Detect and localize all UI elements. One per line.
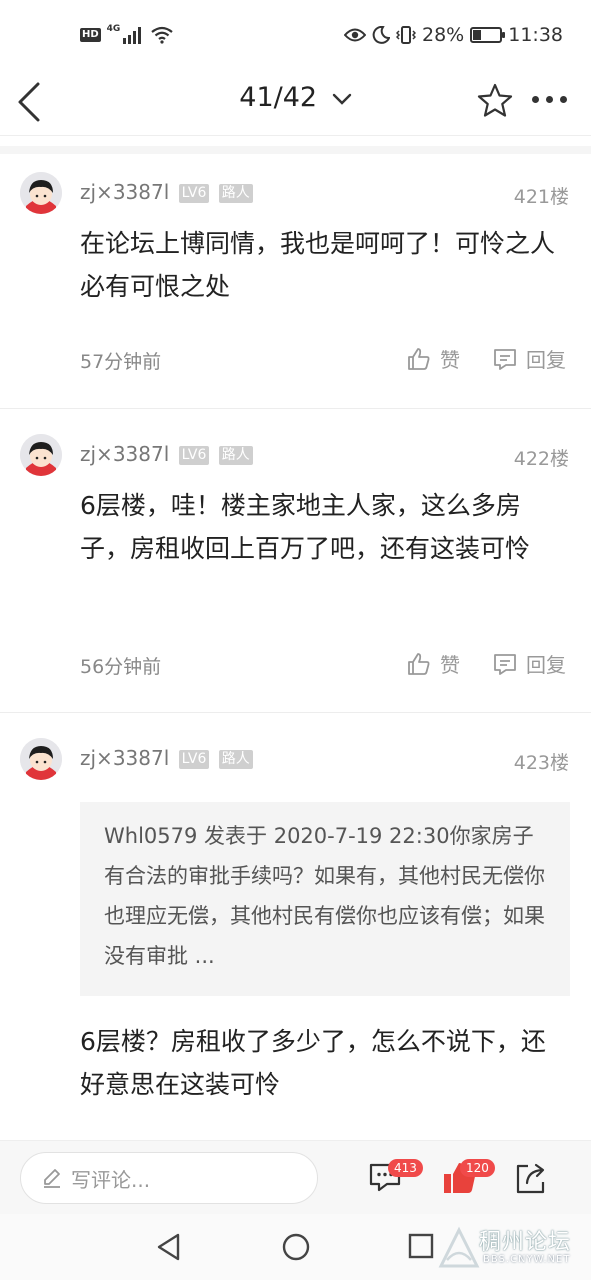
battery-icon xyxy=(470,27,506,43)
battery-percent: 28% xyxy=(422,24,465,46)
user-avatar-icon xyxy=(20,172,62,214)
status-bar: HD 4G 28% 11:38 xyxy=(0,0,591,70)
signal-icon xyxy=(123,27,142,44)
battery-level xyxy=(473,30,482,40)
like-count-badge: 120 xyxy=(460,1159,495,1177)
network-status: HD 4G xyxy=(80,24,174,44)
comment-time: 57分钟前 xyxy=(80,351,162,373)
username[interactable]: zj×3387l LV6 路人 xyxy=(80,442,253,466)
more-dot-icon xyxy=(546,96,553,103)
vibrate-icon xyxy=(396,26,416,44)
level-badge: LV6 xyxy=(178,446,210,465)
bottom-action-bar: 写评论... 413 120 xyxy=(0,1140,591,1214)
like-button[interactable]: 赞 xyxy=(406,649,460,678)
forum-watermark: 稠州论坛 BBS.CNYW.NET xyxy=(437,1222,587,1274)
floor-number: 423楼 xyxy=(513,752,569,774)
floor-number: 421楼 xyxy=(513,186,569,208)
username-text: zj×3387l xyxy=(80,180,170,204)
hd-badge: HD xyxy=(80,28,101,42)
device-status: 28% 11:38 xyxy=(344,24,563,46)
more-menu-button[interactable] xyxy=(532,96,567,103)
forum-logo-icon xyxy=(438,1226,480,1268)
reply-label: 回复 xyxy=(526,348,566,372)
comment-text: 6层楼？房租收了多少了，怎么不说下，还好意思在这装可怜 xyxy=(80,1027,546,1099)
square-recents-icon xyxy=(408,1233,434,1259)
section-divider xyxy=(0,146,591,154)
like-label: 赞 xyxy=(440,348,460,372)
level-badge: LV6 xyxy=(178,184,210,203)
watermark-title: 稠州论坛 xyxy=(479,1230,572,1255)
thumbs-up-icon xyxy=(408,347,430,370)
share-button[interactable] xyxy=(514,1161,548,1199)
username[interactable]: zj×3387l LV6 路人 xyxy=(80,180,253,204)
comment-text: 6层楼，哇！楼主家地主人家，这么多房子，房租收回上百万了吧，还有这装可怜 xyxy=(80,491,531,563)
wifi-icon xyxy=(151,26,174,44)
comment-count-badge: 413 xyxy=(388,1159,423,1177)
page: { "status_bar": { "hd": "HD", "network":… xyxy=(0,0,591,1280)
level-badge: LV6 xyxy=(178,750,210,769)
page-indicator: 41/42 xyxy=(239,82,318,113)
comment-time: 56分钟前 xyxy=(80,656,162,678)
more-dot-icon xyxy=(532,96,539,103)
clock: 11:38 xyxy=(508,24,563,46)
system-back-button[interactable] xyxy=(155,1232,183,1266)
favorite-button[interactable] xyxy=(476,82,514,124)
eye-icon xyxy=(344,28,366,42)
like-button[interactable]: 赞 xyxy=(406,344,460,373)
like-label: 赞 xyxy=(440,653,460,677)
role-badge: 路人 xyxy=(218,184,253,203)
comment-placeholder: 写评论... xyxy=(71,1167,151,1192)
more-dot-icon xyxy=(560,96,567,103)
role-badge: 路人 xyxy=(218,446,253,465)
chevron-down-icon xyxy=(332,93,351,105)
comment-divider xyxy=(0,408,591,409)
quoted-post[interactable]: Whl0579 发表于 2020-7-19 22:30你家房子有合法的审批手续吗… xyxy=(80,802,570,996)
username-text: zj×3387l xyxy=(80,442,170,466)
star-icon xyxy=(477,83,513,117)
comment-icon xyxy=(494,348,516,370)
top-nav: 41/42 xyxy=(0,70,591,136)
comment-text: 在论坛上博同情，我也是呵呵了！可怜之人必有可恨之处 xyxy=(80,229,556,301)
username[interactable]: zj×3387l LV6 路人 xyxy=(80,746,253,770)
comment-icon xyxy=(494,653,516,675)
floor-number: 422楼 xyxy=(513,448,569,470)
avatar[interactable] xyxy=(20,172,62,214)
avatar[interactable] xyxy=(20,434,62,476)
avatar[interactable] xyxy=(20,738,62,780)
system-recents-button[interactable] xyxy=(407,1232,435,1264)
reply-button[interactable]: 回复 xyxy=(492,649,566,678)
role-badge: 路人 xyxy=(218,750,253,769)
user-avatar-icon xyxy=(20,434,62,476)
user-avatar-icon xyxy=(20,738,62,780)
username-text: zj×3387l xyxy=(80,746,170,770)
reply-label: 回复 xyxy=(526,653,566,677)
triangle-back-icon xyxy=(157,1233,180,1261)
thumbs-up-icon xyxy=(408,652,430,675)
pencil-icon xyxy=(44,1169,60,1188)
reply-button[interactable]: 回复 xyxy=(492,344,566,373)
comment-input[interactable]: 写评论... xyxy=(20,1152,318,1204)
circle-home-icon xyxy=(282,1233,310,1261)
moon-icon xyxy=(372,26,390,44)
watermark-url: BBS.CNYW.NET xyxy=(483,1254,571,1265)
system-home-button[interactable] xyxy=(281,1232,311,1266)
comment-divider xyxy=(0,712,591,713)
network-type: 4G xyxy=(106,24,121,34)
share-icon xyxy=(516,1163,545,1194)
